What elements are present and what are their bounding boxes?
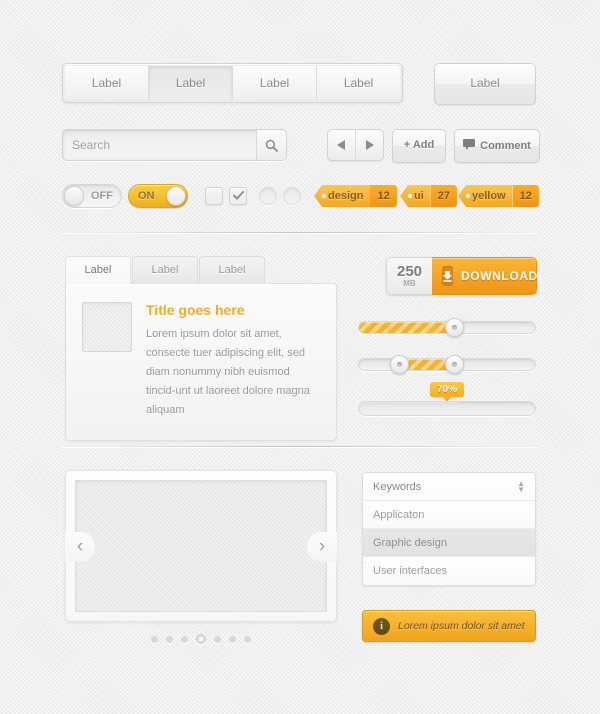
toggle-switch-off[interactable]: OFF (62, 184, 122, 208)
tab-3[interactable]: Label (199, 256, 265, 284)
toggle-switch-on[interactable]: ON (128, 184, 188, 208)
tag-dot-icon (322, 194, 326, 198)
progress-fill (359, 402, 459, 415)
keywords-list-box: Keywords ▲ ▼ Applicaton Graphic design U… (362, 472, 536, 586)
chevron-right-icon[interactable]: › (307, 532, 337, 562)
list-header[interactable]: Keywords ▲ ▼ (363, 473, 535, 501)
slider-handle[interactable] (445, 318, 464, 337)
slider-handle-high[interactable] (445, 355, 464, 374)
tag-label-wrap: yellow (458, 185, 513, 207)
carousel: ‹ › (65, 470, 337, 622)
tag-label-wrap: design (314, 185, 371, 207)
tag-ui[interactable]: ui 27 (400, 185, 458, 207)
segmented-button-1[interactable]: Label (65, 66, 149, 100)
speech-bubble-icon (463, 139, 476, 153)
checkbox-checked[interactable] (229, 187, 247, 205)
notification-bar[interactable]: i Lorem ipsum dolor sit amet con. (362, 610, 536, 642)
search-icon[interactable] (256, 130, 286, 160)
checkmark-icon (232, 187, 244, 205)
tag-count: 12 (370, 185, 397, 207)
carousel-dot[interactable] (151, 635, 158, 643)
tag-yellow[interactable]: yellow 12 (458, 185, 539, 207)
list-header-label: Keywords (373, 480, 422, 493)
toggle-on-label: ON (138, 190, 155, 202)
tag-count: 27 (430, 185, 458, 207)
tag-dot-icon (408, 194, 412, 198)
label-button[interactable]: Label (434, 63, 536, 105)
tag-label: design (328, 190, 364, 202)
tab-title: Title goes here (146, 302, 245, 318)
carousel-dot[interactable] (214, 635, 221, 643)
download-label: DOWNLOAD (461, 269, 537, 283)
download-size: 250 MB (386, 257, 432, 295)
download-button[interactable]: DOWNLOAD (432, 257, 537, 295)
carousel-dot[interactable] (181, 635, 188, 643)
tab-1[interactable]: Label (65, 256, 131, 284)
tab-2[interactable]: Label (132, 256, 198, 284)
radio-button-2[interactable] (283, 187, 301, 205)
toggle-off-label: OFF (91, 190, 113, 202)
download-size-number: 250 (396, 262, 423, 280)
chevron-left-icon[interactable]: ‹ (65, 532, 95, 562)
comment-button[interactable]: Comment (454, 129, 540, 163)
thumbnail-placeholder (82, 302, 132, 352)
carousel-dots (65, 634, 337, 644)
download-size-unit: MB (403, 278, 416, 288)
toggle-knob (166, 186, 186, 206)
info-icon: i (373, 617, 390, 635)
single-slider[interactable] (358, 318, 536, 337)
range-slider[interactable] (358, 355, 536, 374)
carousel-dot-active[interactable] (196, 634, 206, 644)
list-item[interactable]: User interfaces (363, 557, 535, 585)
tag-count: 12 (512, 185, 539, 207)
tag-label: ui (414, 190, 424, 202)
section-divider (62, 446, 538, 447)
tab-text-column: Title goes here Lorem ipsum dolor sit am… (146, 302, 320, 420)
search-input[interactable] (63, 137, 256, 153)
download-widget: 250 MB DOWNLOAD (386, 257, 537, 295)
comment-button-label: Comment (480, 140, 531, 152)
download-arrow-icon (442, 266, 453, 286)
notification-text: Lorem ipsum dolor sit amet con. (398, 620, 525, 632)
tag-dot-icon (466, 194, 470, 198)
tab-content: Title goes here Lorem ipsum dolor sit am… (65, 283, 337, 441)
segmented-button-3[interactable]: Label (233, 66, 317, 100)
segmented-button-group: Label Label Label Label (62, 63, 403, 103)
checkbox-unchecked[interactable] (205, 187, 223, 205)
tag-design[interactable]: design 12 (314, 185, 397, 207)
segmented-button-4[interactable]: Label (317, 66, 400, 100)
list-item[interactable]: Applicaton (363, 501, 535, 529)
tag-label-wrap: ui (400, 185, 431, 207)
carousel-dot[interactable] (244, 635, 251, 643)
carousel-dot[interactable] (166, 635, 173, 643)
carousel-image-placeholder (75, 480, 327, 612)
search-box (62, 129, 287, 161)
tag-label: yellow (472, 190, 506, 202)
tab-body-text: Lorem ipsum dolor sit amet, consecte tue… (146, 328, 310, 416)
navigation-arrow-group (327, 129, 384, 161)
triangle-left-icon[interactable] (328, 130, 356, 160)
spinner-arrows-icon[interactable]: ▲ ▼ (517, 479, 525, 493)
section-divider (62, 232, 538, 233)
slider-fill (359, 322, 451, 333)
list-item-selected[interactable]: Graphic design (363, 529, 535, 557)
slider-handle-low[interactable] (390, 355, 409, 374)
carousel-dot[interactable] (229, 635, 236, 643)
progress-bar (358, 401, 536, 416)
triangle-right-icon[interactable] (356, 130, 383, 160)
add-button[interactable]: + Add (392, 129, 446, 163)
progress-tooltip: 70% (430, 382, 465, 402)
segmented-button-2[interactable]: Label (149, 66, 233, 100)
tab-panel: Label Label Label Title goes here Lorem … (65, 256, 337, 441)
toggle-knob (64, 186, 84, 206)
tab-strip: Label Label Label (65, 256, 337, 284)
radio-button-1[interactable] (259, 187, 277, 205)
